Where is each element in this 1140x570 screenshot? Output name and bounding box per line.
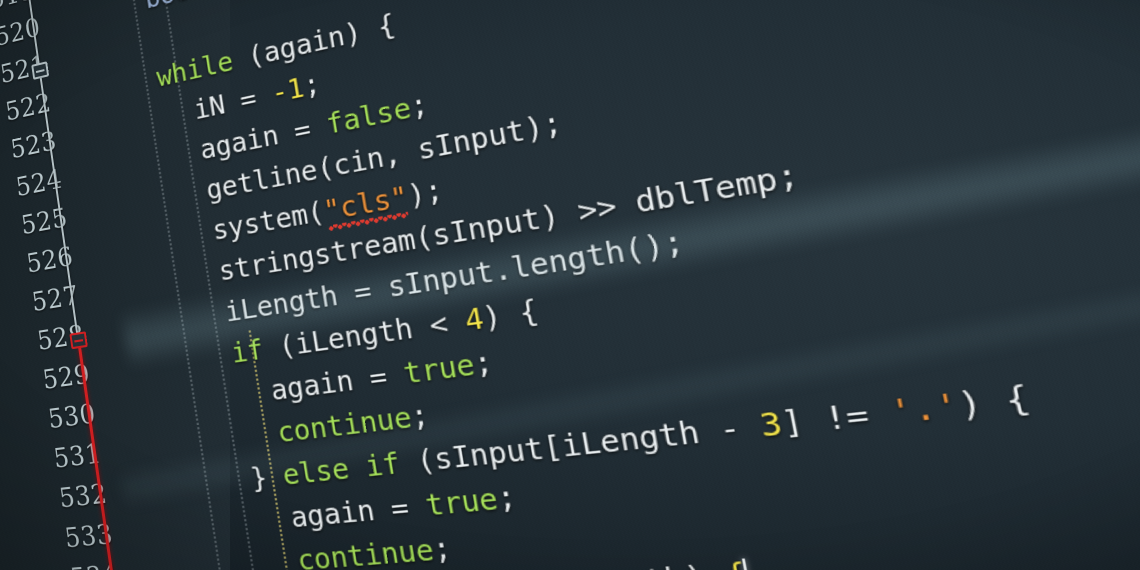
code-keyword: false — [324, 91, 414, 141]
code-text: ) { — [479, 293, 541, 335]
code-editor-pane[interactable]: int iLength, iN;double dblTemp;bool agai… — [42, 0, 1140, 570]
code-keyword: else if — [280, 446, 403, 492]
code-text: ) { — [954, 378, 1034, 425]
text-caret — [742, 558, 752, 570]
fold-toggle-active[interactable] — [69, 331, 88, 350]
code-keyword: continue — [275, 400, 414, 449]
editor-surface: 5185195205215225235245255265275285295305… — [0, 0, 1140, 570]
code-line[interactable]: continue; — [275, 398, 431, 449]
code-text: again = — [268, 357, 407, 407]
code-text: ] != — [778, 393, 895, 442]
fold-minus-glyph — [35, 69, 45, 74]
code-text: (sInput[iLength - — [396, 407, 765, 480]
code-line[interactable]: again = true; — [288, 480, 518, 535]
code-text: again = — [288, 488, 429, 535]
code-text: ); — [405, 173, 446, 213]
code-string-literal: "cls" — [321, 179, 411, 228]
perspective-stage: 5185195205215225235245255265275285295305… — [0, 0, 1140, 570]
code-line[interactable]: continue; — [295, 531, 454, 570]
code-text: (again) { — [230, 7, 398, 76]
code-string-literal: '.' — [886, 385, 963, 432]
code-keyword: if — [229, 333, 266, 370]
editor-screenshot: 5185195205215225235245255265275285295305… — [0, 0, 1140, 570]
indent-guide-level-4-active — [248, 330, 309, 570]
code-keyword: true — [401, 347, 478, 391]
code-type-keyword: bool — [143, 0, 207, 15]
code-text: iN = — [191, 78, 275, 126]
code-keyword: while — [154, 45, 235, 93]
code-text: } — [248, 459, 286, 495]
code-keyword: continue — [295, 532, 437, 570]
code-number-literal: -1 — [269, 71, 307, 110]
code-keyword: true — [422, 481, 501, 523]
fold-minus-glyph — [74, 339, 84, 343]
code-text: system( — [210, 195, 327, 247]
